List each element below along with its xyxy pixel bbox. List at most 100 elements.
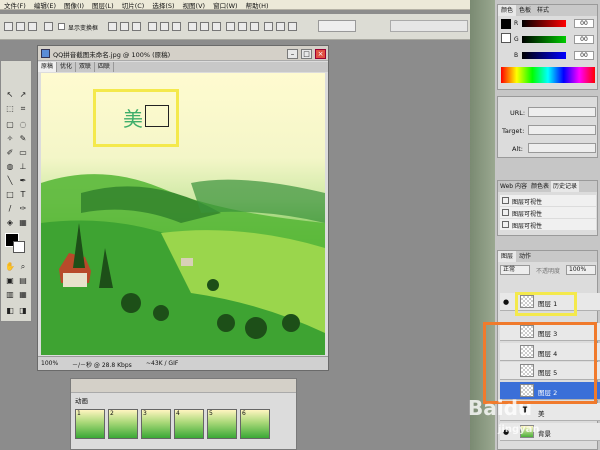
pointer-tool-icon[interactable]: ↖ — [4, 89, 16, 100]
align-icon[interactable] — [44, 22, 53, 31]
blur-tool-icon[interactable]: ◍ — [4, 161, 16, 172]
align-middle-icon[interactable] — [160, 22, 169, 31]
distribute-icon[interactable] — [226, 22, 235, 31]
animation-frame[interactable]: 5 — [207, 409, 237, 439]
animation-panel-header[interactable] — [71, 379, 296, 393]
color-ramp[interactable] — [501, 67, 595, 83]
menu-layer[interactable]: 图层(L) — [88, 0, 118, 10]
distribute-icon[interactable] — [288, 22, 297, 31]
magic-wand-icon[interactable]: ✧ — [4, 133, 16, 144]
menu-slice[interactable]: 切片(C) — [118, 0, 149, 10]
maximize-button[interactable]: □ — [301, 49, 312, 59]
stroke-swatch[interactable] — [501, 19, 511, 29]
tab-4up[interactable]: 四联 — [95, 62, 115, 72]
animation-frame[interactable]: 2 — [108, 409, 138, 439]
show-transform-checkbox[interactable] — [58, 23, 65, 30]
select-option-icon[interactable] — [16, 22, 25, 31]
fill-swatch[interactable] — [501, 33, 511, 43]
tab-color-table[interactable]: 颜色表 — [529, 181, 551, 192]
fill-color-swatch[interactable] — [13, 241, 25, 253]
align-bottom-icon[interactable] — [172, 22, 181, 31]
lasso-tool-icon[interactable]: ◌ — [17, 119, 29, 130]
hand-tool-icon[interactable]: ✋ — [4, 261, 16, 272]
stamp-tool-icon[interactable]: ⊥ — [17, 161, 29, 172]
scale-tool-icon[interactable]: ⬚ — [4, 103, 16, 114]
menu-select[interactable]: 选择(S) — [148, 0, 178, 10]
blend-mode-select[interactable]: 正常 — [500, 265, 530, 275]
rectangle-tool-icon[interactable]: □ — [4, 189, 16, 200]
mode-icon[interactable]: ▤ — [17, 275, 29, 286]
subselect-tool-icon[interactable]: ↗ — [17, 89, 29, 100]
line-tool-icon[interactable]: ╲ — [4, 175, 16, 186]
tab-actions[interactable]: 动作 — [516, 251, 534, 262]
knife-tool-icon[interactable]: / — [4, 203, 16, 214]
channel-g-value[interactable]: 00 — [574, 35, 594, 44]
menu-help[interactable]: 帮助(H) — [242, 0, 273, 10]
minimize-button[interactable]: – — [287, 49, 298, 59]
screen-mode-icon[interactable]: ▥ — [4, 289, 16, 300]
tab-layers[interactable]: 图层 — [498, 251, 517, 262]
screen-mode-icon[interactable]: ▦ — [17, 289, 29, 300]
history-item[interactable]: 图层可视性 — [500, 207, 596, 218]
tab-styles[interactable]: 样式 — [534, 5, 552, 16]
options-dropdown[interactable] — [318, 20, 356, 32]
target-field[interactable] — [528, 125, 596, 135]
align-center-icon[interactable] — [120, 22, 129, 31]
align-top-icon[interactable] — [148, 22, 157, 31]
view-icon[interactable]: ◧ — [4, 305, 16, 316]
tab-2up[interactable]: 双联 — [76, 62, 96, 72]
channel-r-value[interactable]: 00 — [574, 19, 594, 28]
view-icon[interactable]: ◨ — [17, 305, 29, 316]
crop-tool-icon[interactable]: ⌗ — [17, 103, 29, 114]
url-field[interactable] — [528, 107, 596, 117]
mode-icon[interactable]: ▣ — [4, 275, 16, 286]
distribute-icon[interactable] — [238, 22, 247, 31]
channel-b-slider[interactable] — [522, 52, 566, 59]
animation-tab[interactable]: 动画 — [75, 395, 88, 405]
history-item[interactable]: 图层可视性 — [500, 195, 596, 206]
document-titlebar[interactable]: QQ拼音截图未命名.jpg @ 100% (原稿) – □ × — [38, 46, 328, 61]
channel-g-slider[interactable] — [522, 36, 566, 43]
opacity-field[interactable]: 100% — [566, 265, 596, 275]
align-left-icon[interactable] — [108, 22, 117, 31]
distribute-icon[interactable] — [264, 22, 273, 31]
tab-web-content[interactable]: Web 内容 — [498, 181, 529, 192]
menu-image[interactable]: 图像(I) — [60, 0, 88, 10]
eye-icon[interactable]: ● — [503, 298, 511, 306]
tab-history[interactable]: 历史记录 — [551, 181, 580, 192]
close-button[interactable]: × — [315, 49, 326, 59]
marquee-tool-icon[interactable]: ▢ — [4, 119, 16, 130]
menu-view[interactable]: 视图(V) — [179, 0, 210, 10]
brush-tool-icon[interactable]: ✎ — [17, 133, 29, 144]
channel-b-value[interactable]: 00 — [574, 51, 594, 60]
bucket-tool-icon[interactable]: ◈ — [4, 217, 16, 228]
eyedropper-tool-icon[interactable]: ✑ — [17, 203, 29, 214]
pen-tool-icon[interactable]: ✒ — [17, 175, 29, 186]
document-canvas[interactable]: 美 — [41, 73, 325, 355]
tab-optimized[interactable]: 优化 — [57, 62, 77, 72]
selection-box[interactable] — [145, 105, 169, 127]
distribute-icon[interactable] — [276, 22, 285, 31]
animation-frame[interactable]: 4 — [174, 409, 204, 439]
channel-r-slider[interactable] — [522, 20, 566, 27]
eraser-tool-icon[interactable]: ▭ — [17, 147, 29, 158]
tab-color-mixer[interactable]: 颜色 — [498, 5, 517, 16]
align-right-icon[interactable] — [132, 22, 141, 31]
tab-swatches[interactable]: 色板 — [516, 5, 534, 16]
history-item[interactable]: 图层可视性 — [500, 219, 596, 230]
animation-frame[interactable]: 3 — [141, 409, 171, 439]
pencil-tool-icon[interactable]: ✐ — [4, 147, 16, 158]
animation-frame[interactable]: 1 — [75, 409, 105, 439]
tab-original[interactable]: 原稿 — [38, 62, 58, 72]
text-tool-icon[interactable]: T — [17, 189, 29, 200]
distribute-icon[interactable] — [212, 22, 221, 31]
distribute-icon[interactable] — [250, 22, 259, 31]
move-tool-option-icon[interactable] — [4, 22, 13, 31]
zoom-tool-icon[interactable]: ⌕ — [17, 261, 29, 272]
menu-file[interactable]: 文件(F) — [0, 0, 30, 10]
distribute-icon[interactable] — [188, 22, 197, 31]
animation-frame[interactable]: 6 — [240, 409, 270, 439]
gradient-tool-icon[interactable]: ▦ — [17, 217, 29, 228]
menu-edit[interactable]: 编辑(E) — [30, 0, 60, 10]
select-option-icon[interactable] — [28, 22, 37, 31]
